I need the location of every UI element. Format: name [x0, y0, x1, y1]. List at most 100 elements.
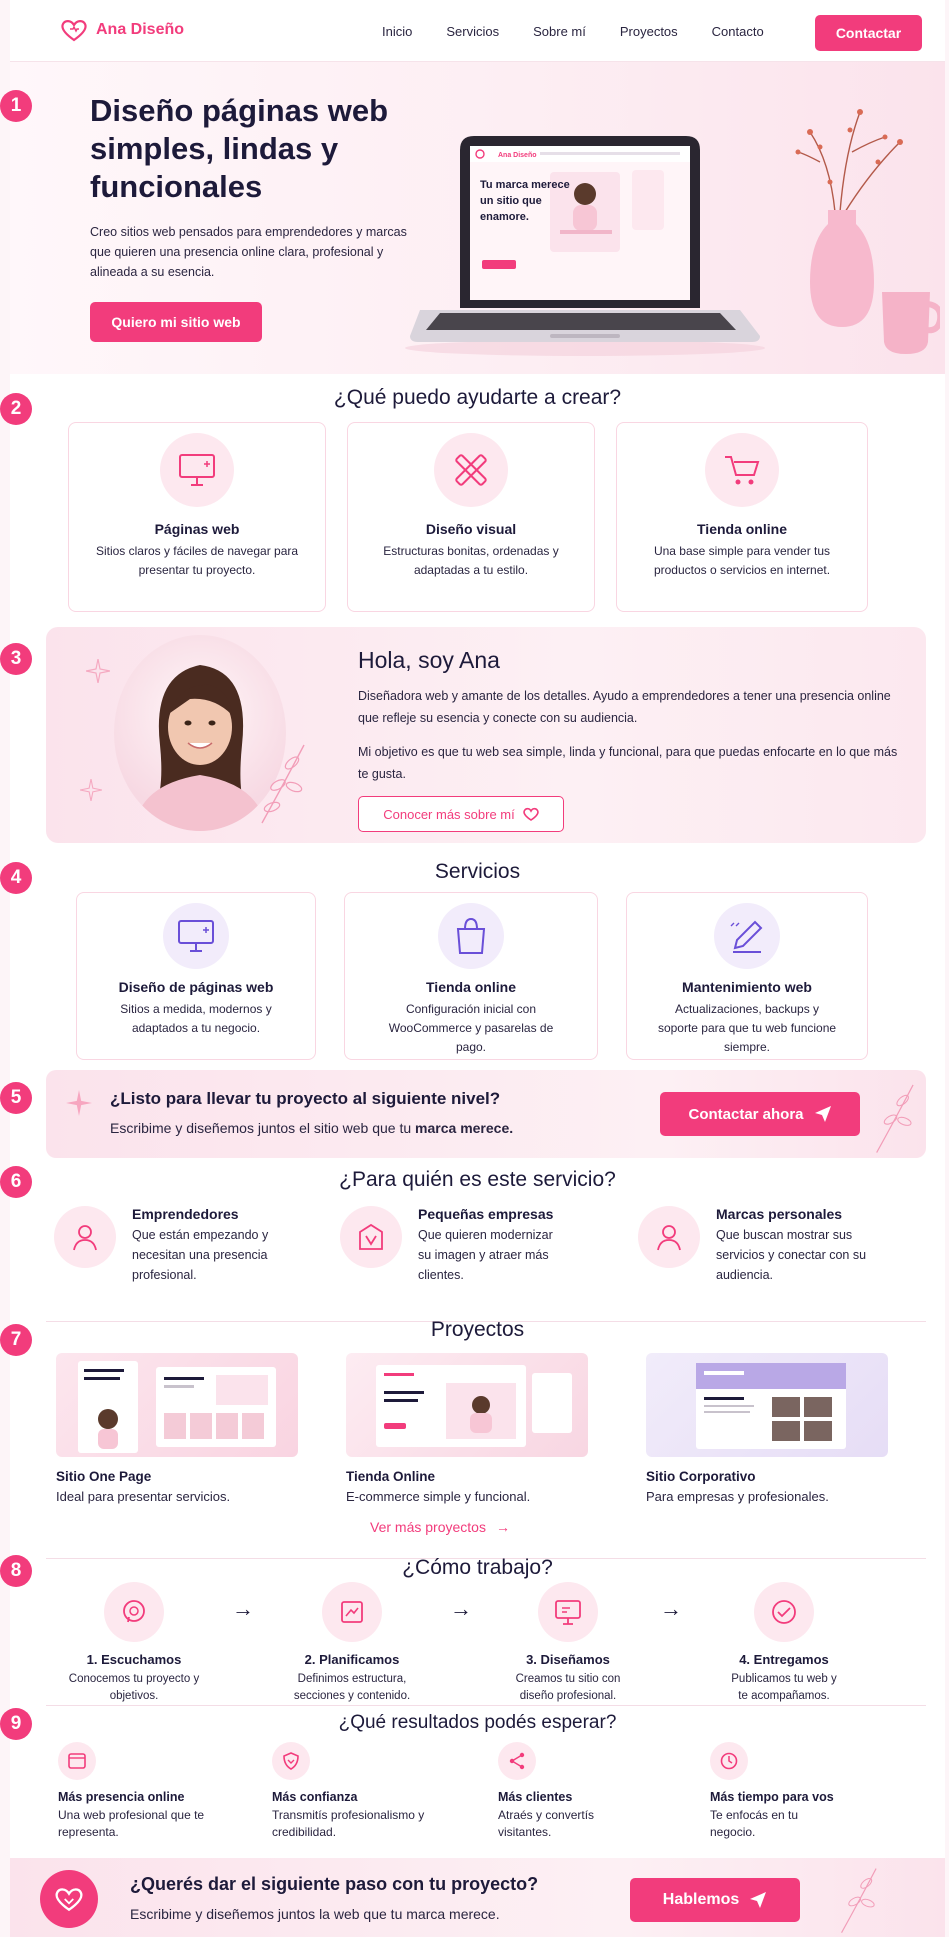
logo[interactable]: Ana Diseño: [60, 18, 184, 42]
cta-title: ¿Listo para llevar tu proyecto al siguie…: [110, 1089, 501, 1108]
monitor-icon: [163, 903, 229, 969]
shopping-bag-icon: [438, 903, 504, 969]
project-title: Tienda Online: [346, 1469, 436, 1484]
result-text: Transmitís profesionalismo y credibilida…: [272, 1808, 425, 1839]
send-icon: [814, 1106, 831, 1122]
card-text: Actualizaciones, backups y soporte para …: [657, 1002, 837, 1054]
footer-cta-text: Escribime y diseñemos juntos la web que …: [130, 1906, 500, 1922]
process-title: ¿Cómo trabajo?: [402, 1556, 553, 1579]
card-text: Sitios a medida, modernos y adaptados a …: [120, 1002, 272, 1035]
button-label: Contactar ahora: [688, 1105, 804, 1123]
contactar-ahora-button[interactable]: Contactar ahora: [660, 1092, 860, 1136]
process-step-escuchamos: 1. Escuchamos Conocemos tu proyecto y ob…: [54, 1582, 214, 1705]
project-thumbnail: [56, 1353, 298, 1457]
person-icon: [54, 1206, 116, 1268]
footer-cta: ¿Querés dar el siguiente paso con tu pro…: [10, 1858, 945, 1937]
project-title: Sitio Corporativo: [646, 1469, 756, 1484]
service-card-diseno-web[interactable]: Diseño de páginas web Sitios a medida, m…: [76, 892, 316, 1060]
quiero-mi-sitio-button[interactable]: Quiero mi sitio web: [90, 302, 262, 342]
heart-icon: [522, 807, 539, 821]
mock-headline: Tu marca merece un sitio que enamore.: [480, 179, 570, 223]
shield-heart-icon: [272, 1742, 310, 1780]
nav-sobre-mi[interactable]: Sobre mí: [533, 24, 586, 39]
send-icon: [750, 1892, 767, 1908]
section-badge-5: 5: [0, 1082, 32, 1114]
step-title: 4. Entregamos: [739, 1652, 829, 1667]
step-text: Publicamos tu web y te acompañamos.: [731, 1673, 837, 1702]
audience-item-text: Que buscan mostrar sus servicios y conec…: [716, 1228, 867, 1282]
service-card-mantenimiento[interactable]: Mantenimiento web Actualizaciones, backu…: [626, 892, 868, 1060]
nav-servicios[interactable]: Servicios: [446, 24, 499, 39]
section-badge-8: 8: [0, 1555, 32, 1587]
section-badge-1: 1: [0, 90, 32, 122]
site-header: Ana Diseño Inicio Servicios Sobre mí Pro…: [10, 0, 945, 62]
help-card-tienda-online[interactable]: Tienda online Una base simple para vende…: [616, 422, 868, 612]
section-badge-2: 2: [0, 393, 32, 425]
nav-inicio[interactable]: Inicio: [382, 24, 412, 39]
about-section: Hola, soy Ana Diseñadora web y amante de…: [46, 627, 926, 843]
arrow-right-icon: →: [232, 1596, 254, 1621]
step-title: 3. Diseñamos: [526, 1652, 610, 1667]
heart-logo-icon: [61, 20, 87, 42]
card-title: Diseño visual: [425, 521, 517, 537]
service-card-tienda-online[interactable]: Tienda online Configuración inicial con …: [344, 892, 598, 1060]
plan-icon: [322, 1582, 382, 1642]
card-title: Páginas web: [154, 521, 240, 537]
contactar-button[interactable]: Contactar: [815, 15, 922, 51]
help-title: ¿Qué puedo ayudarte a crear?: [333, 386, 622, 409]
logo-text: Ana Diseño: [96, 21, 185, 38]
check-icon: [754, 1582, 814, 1642]
clock-icon: [710, 1742, 748, 1780]
card-text: Configuración inicial con WooCommerce y …: [388, 1002, 554, 1054]
chat-icon: [104, 1582, 164, 1642]
nav-contacto[interactable]: Contacto: [712, 24, 764, 39]
hero-section: 1 Diseño páginas web simples, lindas y f…: [0, 62, 945, 374]
vase-and-cup-decoration: [795, 109, 940, 354]
user-icon: [638, 1206, 700, 1268]
project-text: Ideal para presentar servicios.: [56, 1489, 231, 1504]
result-title: Más presencia online: [58, 1790, 185, 1804]
page: Ana Diseño Inicio Servicios Sobre mí Pro…: [0, 0, 945, 1937]
result-title: Más clientes: [498, 1790, 573, 1804]
sparkle-icon: [66, 1090, 92, 1116]
process-step-planificamos: 2. Planificamos Definimos estructura, se…: [272, 1582, 432, 1705]
result-item-confianza: Más confianza Transmitís profesionalismo…: [272, 1742, 462, 1841]
heart-icon: [40, 1870, 98, 1928]
result-item-tiempo: Más tiempo para vos Te enfocás en tu neg…: [710, 1742, 900, 1841]
cta-text-start: Escribime y diseñemos juntos el sitio we…: [110, 1120, 416, 1136]
result-text: Atraés y convertís visitantes.: [498, 1808, 595, 1839]
arrow-right-icon: →: [495, 1519, 510, 1535]
ver-mas-proyectos-link[interactable]: Ver más proyectos →: [370, 1519, 510, 1535]
results-title: ¿Qué resultados podés esperar?: [338, 1712, 617, 1733]
share-icon: [498, 1742, 536, 1780]
project-card-one-page[interactable]: Sitio One Page Ideal para presentar serv…: [56, 1353, 298, 1504]
shop-icon: [340, 1206, 402, 1268]
audience-item-text: Que están empezando y necesitan una pres…: [132, 1228, 269, 1282]
project-text: E-commerce simple y funcional.: [346, 1489, 531, 1504]
pencil-icon: [714, 903, 780, 969]
section-badge-6: 6: [0, 1166, 32, 1198]
section-badge-4: 4: [0, 862, 32, 894]
hablemos-button[interactable]: Hablemos: [630, 1878, 800, 1922]
project-card-corporativo[interactable]: Sitio Corporativo Para empresas y profes…: [646, 1353, 888, 1504]
step-text: Creamos tu sitio con diseño profesional.: [515, 1673, 621, 1702]
cta-text-bold: marca merece.: [415, 1120, 514, 1136]
project-card-tienda[interactable]: Tienda Online E-commerce simple y funcio…: [346, 1353, 588, 1504]
monitor-icon: [160, 433, 234, 507]
window-icon: [58, 1742, 96, 1780]
conocer-mas-button[interactable]: Conocer más sobre mí: [358, 796, 564, 832]
arrow-right-icon: →: [660, 1596, 682, 1621]
nav-proyectos[interactable]: Proyectos: [620, 24, 678, 39]
card-title: Tienda online: [697, 521, 787, 537]
arrow-right-icon: →: [450, 1596, 472, 1621]
help-card-paginas-web[interactable]: Páginas web Sitios claros y fáciles de n…: [68, 422, 326, 612]
cta-banner: ¿Listo para llevar tu proyecto al siguie…: [46, 1070, 926, 1158]
button-label: Hablemos: [662, 1891, 740, 1908]
step-title: 1. Escuchamos: [86, 1652, 182, 1667]
mock-brand: Ana Diseño: [498, 152, 537, 159]
process-step-entregamos: 4. Entregamos Publicamos tu web y te aco…: [704, 1582, 864, 1705]
projects-title: Proyectos: [430, 1318, 525, 1341]
about-paragraph-1: Diseñadora web y amante de los detalles.…: [358, 689, 891, 725]
help-card-diseno-visual[interactable]: Diseño visual Estructuras bonitas, orden…: [347, 422, 595, 612]
result-text: Una web profesional que te representa.: [58, 1808, 205, 1839]
